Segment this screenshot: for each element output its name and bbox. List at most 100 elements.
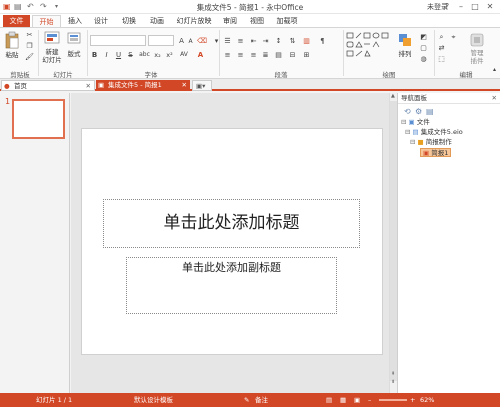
shrink-font-button[interactable]: A (186, 38, 195, 46)
font-size-select[interactable] (148, 35, 174, 46)
notes-icon[interactable]: ✎ (244, 393, 249, 407)
design-template[interactable]: 默认设计模板 (134, 393, 173, 407)
maximize-button[interactable]: □ (469, 1, 481, 12)
effects-icon[interactable]: ◍ (419, 55, 428, 63)
decrease-indent-icon[interactable]: ⇤ (249, 37, 258, 45)
nav-settings-icon[interactable]: ⚙ (415, 107, 422, 116)
tab-transitions[interactable]: 切换 (117, 15, 141, 27)
slide-thumbnail[interactable] (12, 99, 65, 139)
zoom-in-icon[interactable]: + (410, 393, 415, 407)
format-painter-icon[interactable]: 🖌 (25, 53, 34, 61)
minimize-button[interactable]: – (455, 1, 467, 12)
columns-icon[interactable]: ▥ (302, 37, 311, 45)
tab-addins[interactable]: 加载项 (272, 15, 302, 27)
binoculars-icon[interactable]: ⌖ (449, 33, 458, 41)
italic-button[interactable]: I (102, 51, 111, 59)
find-icon[interactable]: ⌕ (437, 33, 446, 41)
distribute-icon[interactable]: ▤ (274, 51, 283, 59)
zoom-level[interactable]: 62% (420, 393, 434, 407)
ribbon: 粘贴 ✂ ❐ 🖌 剪贴板 新建 幻灯片 版式 幻灯片 A A ⌫ ▾ B I U… (0, 27, 500, 79)
tree-file[interactable]: ⊟ ▤ 集成文件5.eio (405, 128, 463, 137)
zoom-slider[interactable] (379, 399, 407, 401)
bold-button[interactable]: B (90, 51, 99, 59)
tab-animations[interactable]: 动画 (145, 15, 169, 27)
tab-document[interactable]: ▣ 集成文件5 - 简报1 ✕ (96, 80, 190, 91)
collapse-icon[interactable]: ⊟ (405, 128, 410, 136)
select-icon[interactable]: ⬚ (437, 55, 446, 63)
bullets-icon[interactable]: ☰ (223, 37, 232, 45)
tree-document-selected[interactable]: ▣ 简报1 (420, 148, 452, 157)
tab-home-page[interactable]: ● 首页 ✕ (1, 80, 95, 91)
tab-review[interactable]: 审阅 (218, 15, 242, 27)
shadow-button[interactable]: abc (138, 51, 151, 59)
tab-home[interactable]: 开始 (32, 15, 61, 27)
align-text-icon[interactable]: ⊟ (288, 51, 297, 59)
shapes-gallery-icon[interactable] (346, 32, 394, 62)
text-direction-icon[interactable]: ⇅ (288, 37, 297, 45)
nav-folder-icon[interactable]: ▤ (426, 107, 434, 116)
close-button[interactable]: ✕ (484, 1, 496, 12)
subtitle-placeholder[interactable]: 单击此处添加副标题 (126, 257, 337, 314)
new-slide-icon[interactable] (44, 31, 60, 47)
title-placeholder[interactable]: 单击此处添加标题 (103, 199, 360, 248)
slide-canvas[interactable]: 单击此处添加标题 单击此处添加副标题 (81, 128, 383, 355)
layout-icon[interactable] (67, 32, 81, 44)
line-spacing-icon[interactable]: ↕ (274, 37, 283, 45)
scroll-thumb[interactable] (390, 101, 397, 381)
next-slide-icon[interactable]: ⇟ (391, 379, 395, 385)
tab-insert[interactable]: 插入 (63, 15, 87, 27)
close-tab-icon[interactable]: ✕ (182, 80, 187, 91)
collapse-icon[interactable]: ⊟ (401, 118, 406, 126)
close-navigation-icon[interactable]: ✕ (492, 93, 497, 104)
manage-plugins-icon[interactable] (470, 33, 484, 47)
tab-file[interactable]: 文件 (3, 15, 30, 27)
tree-document-label: 简报1 (431, 149, 449, 157)
strikethrough-button[interactable]: S (126, 51, 135, 59)
align-left-icon[interactable]: ≡ (223, 51, 232, 59)
increase-indent-icon[interactable]: ⇥ (261, 37, 270, 45)
justify-icon[interactable]: ≣ (261, 51, 270, 59)
close-tab-icon[interactable]: ✕ (86, 81, 91, 92)
tab-view[interactable]: 视图 (245, 15, 269, 27)
nav-refresh-icon[interactable]: ⟲ (404, 107, 411, 116)
paste-icon[interactable] (5, 31, 19, 49)
smartart-icon[interactable]: ⊞ (302, 51, 311, 59)
slide-sorter-icon[interactable]: ▦ (340, 393, 346, 407)
subscript-button[interactable]: x₂ (153, 51, 162, 59)
replace-icon[interactable]: ⇄ (437, 44, 446, 52)
tab-design[interactable]: 设计 (89, 15, 113, 27)
arrange-label: 排列 (398, 50, 412, 58)
previous-slide-icon[interactable]: ⇞ (391, 371, 395, 377)
normal-view-icon[interactable]: ▤ (326, 393, 332, 407)
underline-button[interactable]: U (114, 51, 123, 59)
fill-icon[interactable]: ◩ (419, 33, 428, 41)
zoom-out-icon[interactable]: – (368, 393, 371, 407)
cut-icon[interactable]: ✂ (25, 31, 34, 39)
outline-icon[interactable]: ▢ (419, 44, 428, 52)
tree-root[interactable]: ⊟ ▣ 文件 (401, 118, 430, 127)
tab-slideshow[interactable]: 幻灯片放映 (174, 15, 214, 27)
grow-font-button[interactable]: A (177, 37, 186, 45)
collapse-icon[interactable]: ⊟ (410, 138, 415, 146)
align-center-icon[interactable]: ≡ (236, 51, 245, 59)
clear-format-icon[interactable]: ⌫ (197, 37, 207, 45)
superscript-button[interactable]: x² (165, 51, 174, 59)
scroll-up-icon[interactable]: ▲ (391, 93, 395, 99)
notes-button[interactable]: 备注 (255, 393, 268, 407)
vertical-scrollbar[interactable]: ▲ ⇞ ⇟ (389, 93, 397, 393)
folder-root-icon: ▣ (408, 118, 415, 126)
arrange-icon[interactable] (398, 33, 412, 47)
font-color-button[interactable]: A (196, 51, 205, 59)
font-name-select[interactable] (90, 35, 146, 46)
paragraph-icon[interactable]: ¶ (318, 37, 327, 45)
new-tab-button[interactable]: ▣▾ (192, 80, 212, 91)
char-spacing-button[interactable]: AV (178, 51, 190, 59)
slideshow-view-icon[interactable]: ▣ (354, 393, 360, 407)
numbering-icon[interactable]: ≡ (236, 37, 245, 45)
paste-label: 粘贴 (5, 51, 19, 59)
collapse-ribbon-icon[interactable]: ▴ (490, 66, 499, 74)
tree-folder[interactable]: ⊟ ■ 简报制作 (410, 138, 452, 147)
copy-icon[interactable]: ❐ (25, 42, 34, 50)
help-button[interactable]: ? (441, 1, 453, 12)
align-right-icon[interactable]: ≡ (249, 51, 258, 59)
